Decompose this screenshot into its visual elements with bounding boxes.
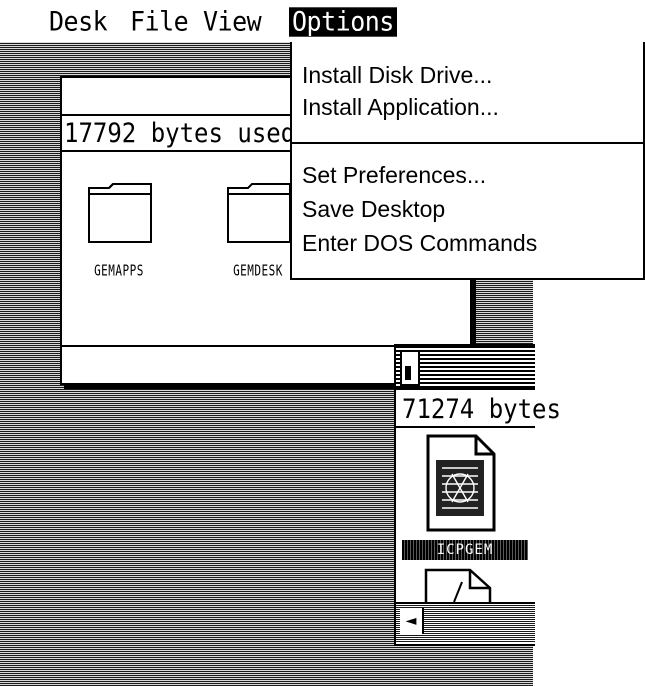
application-icon: [426, 434, 496, 532]
app-window[interactable]: 71274 bytes ICPGEM ◄: [394, 344, 561, 646]
folder-label: GEMAPPS: [94, 261, 144, 280]
folder-icon: [227, 183, 291, 243]
window-title-bar[interactable]: [396, 346, 535, 390]
horizontal-scroll-bar[interactable]: ◄: [396, 602, 535, 642]
options-menu: Install Disk Drive... Install Applicatio…: [290, 42, 645, 280]
menu-desk[interactable]: Desk: [46, 7, 110, 36]
menu-options[interactable]: Options: [289, 7, 397, 37]
app-icon-icpgem[interactable]: [416, 434, 526, 534]
menu-view[interactable]: View: [200, 7, 264, 36]
menu-item-install-application[interactable]: Install Application...: [302, 92, 499, 122]
document-icon: [424, 568, 492, 603]
menu-bar: Desk File View Options: [0, 0, 645, 42]
menu-item-save-desktop[interactable]: Save Desktop: [302, 194, 445, 224]
bytes-text: 71274 bytes: [402, 393, 561, 425]
menu-item-set-preferences[interactable]: Set Preferences...: [302, 160, 486, 190]
app-label-selected[interactable]: ICPGEM: [402, 540, 528, 560]
document-item[interactable]: [424, 568, 494, 603]
bytes-used-text: 17792 bytes used: [64, 117, 296, 149]
menu-item-enter-dos-commands[interactable]: Enter DOS Commands: [302, 228, 537, 258]
menu-item-install-disk-drive[interactable]: Install Disk Drive...: [302, 60, 492, 90]
window-info-line: 71274 bytes: [396, 390, 561, 428]
menu-file[interactable]: File: [127, 7, 191, 36]
folder-gemapps[interactable]: GEMAPPS: [69, 182, 169, 280]
menu-separator: [292, 142, 643, 144]
close-box-icon[interactable]: [400, 350, 420, 386]
folder-icon: [88, 183, 152, 243]
scroll-left-arrow-icon[interactable]: ◄: [400, 608, 424, 634]
